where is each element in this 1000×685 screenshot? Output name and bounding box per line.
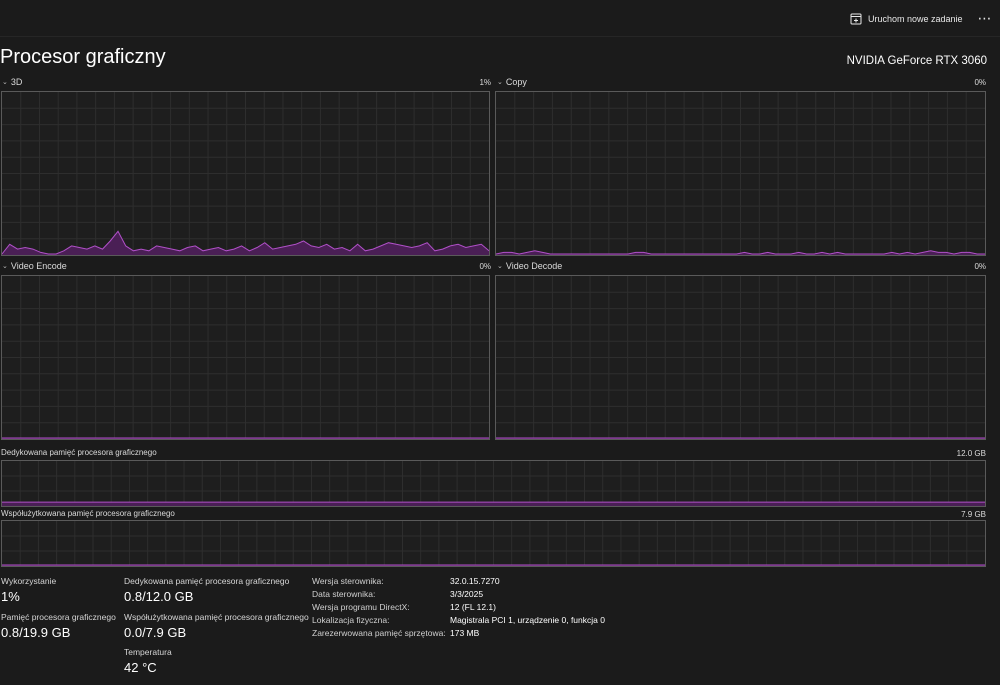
graph-video-encode-pct: 0% [479, 262, 491, 271]
chevron-down-icon: ⌄ [2, 79, 8, 86]
page-title: Procesor graficzny [0, 46, 166, 68]
graph-copy-pct: 0% [974, 78, 986, 87]
more-options-button[interactable]: ⋯ [974, 8, 996, 28]
driver-version-key: Wersja sterownika: [312, 576, 384, 586]
driver-version-value: 32.0.15.7270 [450, 576, 500, 586]
driver-date-value: 3/3/2025 [450, 589, 484, 599]
graph-video-decode [495, 275, 986, 440]
graph-3d-label: 3D [10, 77, 23, 87]
toolbar: Uruchom nowe zadanie ⋯ [0, 0, 1000, 37]
reserved-memory-key: Zarezerwowana pamięć sprzętowa: [312, 628, 446, 638]
graph-copy-chart [496, 92, 985, 255]
run-task-icon [850, 13, 862, 25]
chevron-down-icon: ⌄ [497, 263, 503, 270]
graph-video-decode-chart [496, 276, 985, 439]
dedicated-memory-stat-label: Dedykowana pamięć procesora graficznego [124, 576, 290, 586]
shared-memory-label: Współużytkowana pamięć procesora graficz… [1, 509, 175, 518]
utilization-value: 1% [1, 589, 20, 604]
run-new-task-label: Uruchom nowe zadanie [868, 14, 963, 24]
graph-3d-selector[interactable]: ⌄ 3D [2, 77, 22, 87]
graph-copy [495, 91, 986, 256]
directx-version-value: 12 (FL 12.1) [450, 602, 496, 612]
gpu-memory-value: 0.8/19.9 GB [1, 625, 71, 640]
graph-video-decode-selector[interactable]: ⌄ Video Decode [497, 261, 562, 271]
graph-copy-selector[interactable]: ⌄ Copy [497, 77, 527, 87]
temperature-value: 42 °C [124, 660, 157, 675]
dedicated-memory-stat-value: 0.8/12.0 GB [124, 589, 194, 604]
physical-location-key: Lokalizacja fizyczna: [312, 615, 390, 625]
shared-memory-stat-value: 0.0/7.9 GB [124, 625, 187, 640]
graph-video-encode [1, 275, 490, 440]
driver-date-key: Data sterownika: [312, 589, 376, 599]
dedicated-memory-label: Dedykowana pamięć procesora graficznego [1, 448, 157, 457]
graph-3d [1, 91, 490, 256]
shared-memory-chart [2, 521, 985, 566]
dedicated-memory-graph [1, 460, 986, 507]
directx-version-key: Wersja programu DirectX: [312, 602, 410, 612]
series-area [2, 502, 985, 506]
chevron-down-icon: ⌄ [2, 263, 8, 270]
gpu-name: NVIDIA GeForce RTX 3060 [846, 55, 987, 67]
shared-memory-max: 7.9 GB [961, 510, 986, 519]
shared-memory-stat-label: Współużytkowana pamięć procesora graficz… [124, 612, 309, 622]
gpu-memory-label: Pamięć procesora graficznego [1, 612, 116, 622]
graph-video-decode-label: Video Decode [505, 261, 563, 271]
reserved-memory-value: 173 MB [450, 628, 480, 638]
graph-3d-pct: 1% [479, 78, 491, 87]
dedicated-memory-chart [2, 461, 985, 506]
physical-location-value: Magistrala PCI 1, urządzenie 0, funkcja … [450, 615, 605, 625]
graph-video-decode-pct: 0% [974, 262, 986, 271]
run-new-task-button[interactable]: Uruchom nowe zadanie [850, 9, 963, 29]
temperature-label: Temperatura [124, 647, 172, 657]
graph-video-encode-selector[interactable]: ⌄ Video Encode [2, 261, 67, 271]
more-options-icon: ⋯ [977, 9, 993, 26]
graph-video-encode-label: Video Encode [10, 261, 67, 271]
shared-memory-graph [1, 520, 986, 567]
graph-3d-chart [2, 92, 489, 255]
chevron-down-icon: ⌄ [497, 79, 503, 86]
graph-video-encode-chart [2, 276, 489, 439]
utilization-label: Wykorzystanie [1, 576, 57, 586]
dedicated-memory-max: 12.0 GB [956, 449, 986, 458]
graph-copy-label: Copy [505, 77, 527, 87]
